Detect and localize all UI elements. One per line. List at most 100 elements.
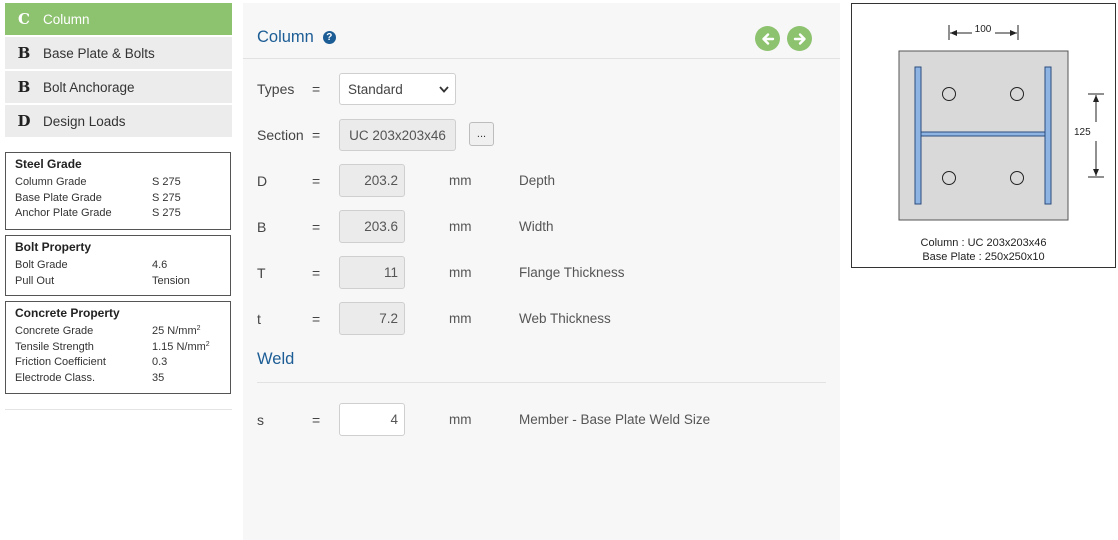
unit-label: mm: [449, 219, 472, 234]
prop-value: 35: [152, 371, 165, 384]
equals-sign: =: [312, 173, 321, 189]
column-form-panel: Column ? Types = Standard Section = UC 2…: [243, 3, 840, 540]
field-label-b: B: [257, 219, 267, 235]
diagram-caption-plate: Base Plate : 250x250x10: [922, 251, 1045, 263]
prop-key: Base Plate Grade: [15, 191, 102, 204]
prop-key: Column Grade: [15, 176, 87, 188]
section-label: Section: [257, 127, 304, 143]
prop-value: S 275: [152, 207, 181, 219]
nav-item-design-loads[interactable]: D Design Loads: [5, 105, 232, 137]
concrete-property-row: Tensile Strength 1.15 N/mm2: [15, 340, 221, 356]
prop-value-text: 25 N/mm: [152, 325, 197, 337]
unit-label: mm: [449, 311, 472, 326]
bolt-property-title: Bolt Property: [15, 240, 92, 254]
nav-item-bolt-anchorage[interactable]: B Bolt Anchorage: [5, 71, 232, 103]
field-label-d: D: [257, 173, 268, 189]
prop-key: Bolt Grade: [15, 259, 68, 271]
prop-value: Tension: [152, 274, 190, 287]
prop-key: Pull Out: [15, 274, 55, 287]
concrete-property-row: Concrete Grade 25 N/mm2: [15, 324, 221, 340]
nav-letter: B: [17, 78, 31, 96]
prop-value: S 275: [152, 176, 181, 188]
unit-label: mm: [449, 265, 472, 280]
chevron-down-icon: [439, 85, 449, 93]
sidebar-divider: [5, 409, 232, 410]
nav-label: Bolt Anchorage: [43, 79, 135, 95]
section-field[interactable]: UC 203x203x46: [339, 119, 456, 151]
previous-button[interactable]: [755, 26, 780, 51]
prop-key: Tensile Strength: [15, 340, 94, 353]
right-dimension: 125: [1074, 93, 1104, 178]
concrete-property-title: Concrete Property: [15, 306, 120, 320]
steel-grade-panel: Steel Grade Column Grade S 275 Base Plat…: [5, 152, 231, 230]
unit-label: mm: [449, 173, 472, 188]
unit-superscript: 2: [205, 340, 210, 348]
diagram-caption-column: Column : UC 203x203x46: [920, 237, 1047, 249]
types-label: Types: [257, 81, 295, 97]
flange-thickness-input[interactable]: [339, 256, 405, 289]
title-divider: [243, 58, 840, 59]
weld-size-input[interactable]: [339, 403, 405, 436]
equals-sign: =: [312, 311, 321, 327]
prop-value: 0.3: [152, 356, 168, 368]
equals-sign: =: [312, 81, 321, 97]
prop-value-text: 1.15 N/mm: [152, 340, 206, 353]
concrete-property-panel: Concrete Property Concrete Grade 25 N/mm…: [5, 301, 231, 394]
unit-superscript: 2: [196, 325, 201, 332]
field-label-t-upper: T: [257, 265, 266, 281]
page-title: Column ?: [257, 28, 336, 47]
next-button[interactable]: [787, 26, 812, 51]
concrete-property-row: Friction Coefficient 0.3: [15, 355, 221, 371]
nav-letter: D: [17, 112, 31, 130]
nav-item-column[interactable]: C Column: [5, 3, 232, 35]
nav-letter: B: [17, 44, 31, 62]
right-dimension-label: 125: [1074, 127, 1091, 138]
prop-key: Anchor Plate Grade: [15, 207, 112, 219]
prop-key: Concrete Grade: [15, 325, 94, 337]
depth-input[interactable]: [339, 164, 405, 197]
bolt-property-row: Pull Out Tension: [15, 274, 221, 290]
prop-value: 25 N/mm2: [152, 324, 201, 340]
base-plate-drawing: 100 125: [898, 24, 1104, 221]
section-nav: C Column B Base Plate & Bolts B Bolt Anc…: [5, 3, 232, 139]
field-label-t-lower: t: [257, 311, 261, 327]
steel-grade-row: Anchor Plate Grade S 275: [15, 206, 221, 222]
arrow-right-icon: [793, 32, 806, 45]
weld-divider: [257, 382, 826, 383]
field-description: Flange Thickness: [519, 265, 625, 280]
unit-label: mm: [449, 412, 472, 427]
field-label-s: s: [257, 412, 264, 428]
page-title-text: Column: [257, 28, 314, 46]
base-plate-diagram: 100 125 Column : UC 203x203x46 Base Plat…: [851, 3, 1116, 268]
steel-grade-row: Base Plate Grade S 275: [15, 191, 221, 207]
weld-section-title: Weld: [257, 350, 295, 368]
prop-value: S 275: [152, 191, 181, 204]
field-description: Width: [519, 219, 554, 234]
field-description: Member - Base Plate Weld Size: [519, 412, 711, 427]
web-thickness-input[interactable]: [339, 302, 405, 335]
prop-key: Electrode Class.: [15, 371, 96, 384]
nav-label: Base Plate & Bolts: [43, 45, 155, 61]
section-browse-button[interactable]: ...: [469, 122, 494, 146]
prop-key: Friction Coefficient: [15, 356, 106, 368]
prop-value: 4.6: [152, 259, 168, 271]
bolt-property-row: Bolt Grade 4.6: [15, 258, 221, 274]
nav-label: Design Loads: [43, 113, 126, 129]
bolt-property-panel: Bolt Property Bolt Grade 4.6 Pull Out Te…: [5, 235, 231, 296]
steel-grade-title: Steel Grade: [15, 157, 82, 171]
equals-sign: =: [312, 412, 321, 428]
prop-value: 1.15 N/mm2: [152, 340, 210, 356]
width-input[interactable]: [339, 210, 405, 243]
top-dimension: 100: [948, 24, 1019, 40]
nav-letter: C: [18, 10, 30, 28]
equals-sign: =: [312, 219, 321, 235]
equals-sign: =: [312, 265, 321, 281]
nav-item-base-plate-bolts[interactable]: B Base Plate & Bolts: [5, 37, 232, 69]
help-icon[interactable]: ?: [322, 31, 336, 44]
field-description: Depth: [519, 173, 556, 188]
field-description: Web Thickness: [519, 311, 611, 326]
concrete-property-row: Electrode Class. 35: [15, 371, 221, 387]
top-dimension-label: 100: [975, 24, 992, 35]
types-select[interactable]: Standard: [339, 73, 456, 105]
steel-grade-row: Column Grade S 275: [15, 175, 221, 191]
